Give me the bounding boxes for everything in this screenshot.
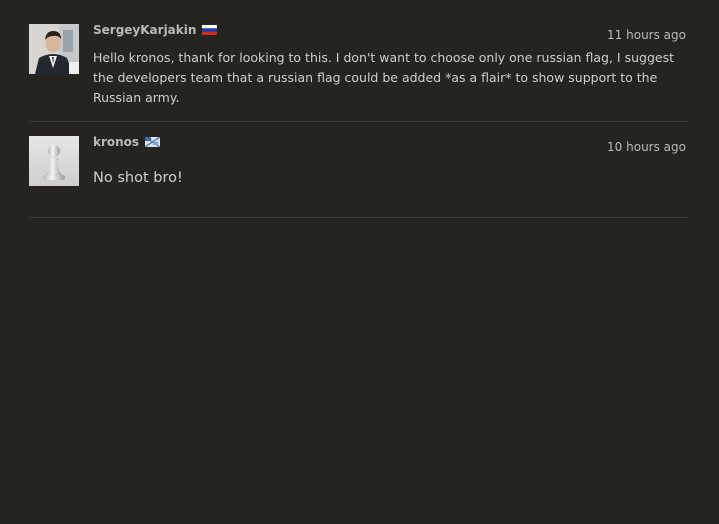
comment-item: kronos 10 hours ago No shot bro! [29, 122, 689, 218]
avatar[interactable] [29, 24, 79, 74]
avatar[interactable] [29, 136, 79, 186]
username-link[interactable]: kronos [93, 135, 139, 149]
comment-item: SergeyKarjakin 11 hours ago Hello kronos… [29, 12, 689, 122]
comment-timestamp: 11 hours ago [607, 28, 686, 42]
comment-text: No shot bro! [93, 170, 183, 186]
generic-flag-icon [145, 137, 161, 147]
comment-username[interactable]: kronos [93, 135, 161, 149]
comment-username[interactable]: SergeyKarjakin [93, 23, 218, 37]
username-link[interactable]: SergeyKarjakin [93, 23, 196, 37]
comment-text: Hello kronos, thank for looking to this.… [93, 50, 674, 105]
comment-timestamp: 10 hours ago [607, 140, 686, 154]
comment-thread: SergeyKarjakin 11 hours ago Hello kronos… [29, 12, 689, 218]
russia-flag-icon [202, 25, 218, 35]
